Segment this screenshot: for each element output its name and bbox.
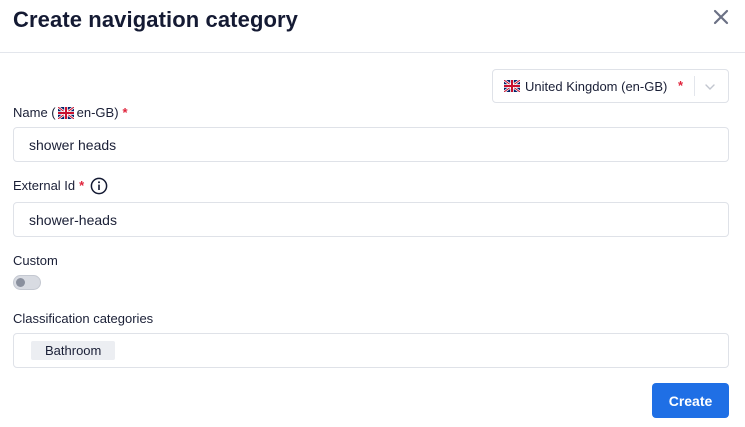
external-id-label: External Id *	[13, 178, 84, 193]
name-input-value: shower heads	[29, 137, 117, 153]
uk-flag-icon	[504, 80, 520, 92]
name-label: Name ( en-GB) *	[13, 105, 128, 120]
external-id-label-text: External Id	[13, 178, 76, 193]
name-label-prefix: Name (	[13, 105, 56, 120]
chevron-down-icon[interactable]	[704, 81, 716, 93]
required-mark: *	[678, 78, 684, 93]
close-icon[interactable]	[711, 7, 731, 27]
external-id-input[interactable]: shower-heads	[13, 202, 729, 237]
name-label-locale: en-GB	[76, 105, 115, 120]
custom-toggle[interactable]	[13, 275, 41, 290]
required-mark: *	[79, 178, 85, 193]
dialog-title: Create navigation category	[13, 7, 299, 32]
classification-label: Classification categories	[13, 311, 154, 326]
create-button[interactable]: Create	[652, 383, 729, 418]
select-divider	[694, 76, 695, 96]
info-icon[interactable]	[90, 177, 108, 195]
name-input[interactable]: shower heads	[13, 127, 729, 162]
dialog-header: Create navigation category	[0, 0, 745, 53]
external-id-input-value: shower-heads	[29, 212, 117, 228]
category-chip[interactable]: Bathroom	[31, 341, 116, 360]
locale-selected-value: United Kingdom (en-GB)	[525, 79, 668, 94]
custom-label: Custom	[13, 253, 58, 268]
toggle-knob	[16, 278, 25, 287]
classification-input[interactable]: Bathroom	[13, 333, 729, 368]
uk-flag-icon	[57, 107, 74, 119]
locale-select[interactable]: United Kingdom (en-GB) *	[492, 69, 729, 103]
name-label-suffix: )	[114, 105, 119, 120]
required-mark: *	[122, 105, 128, 120]
